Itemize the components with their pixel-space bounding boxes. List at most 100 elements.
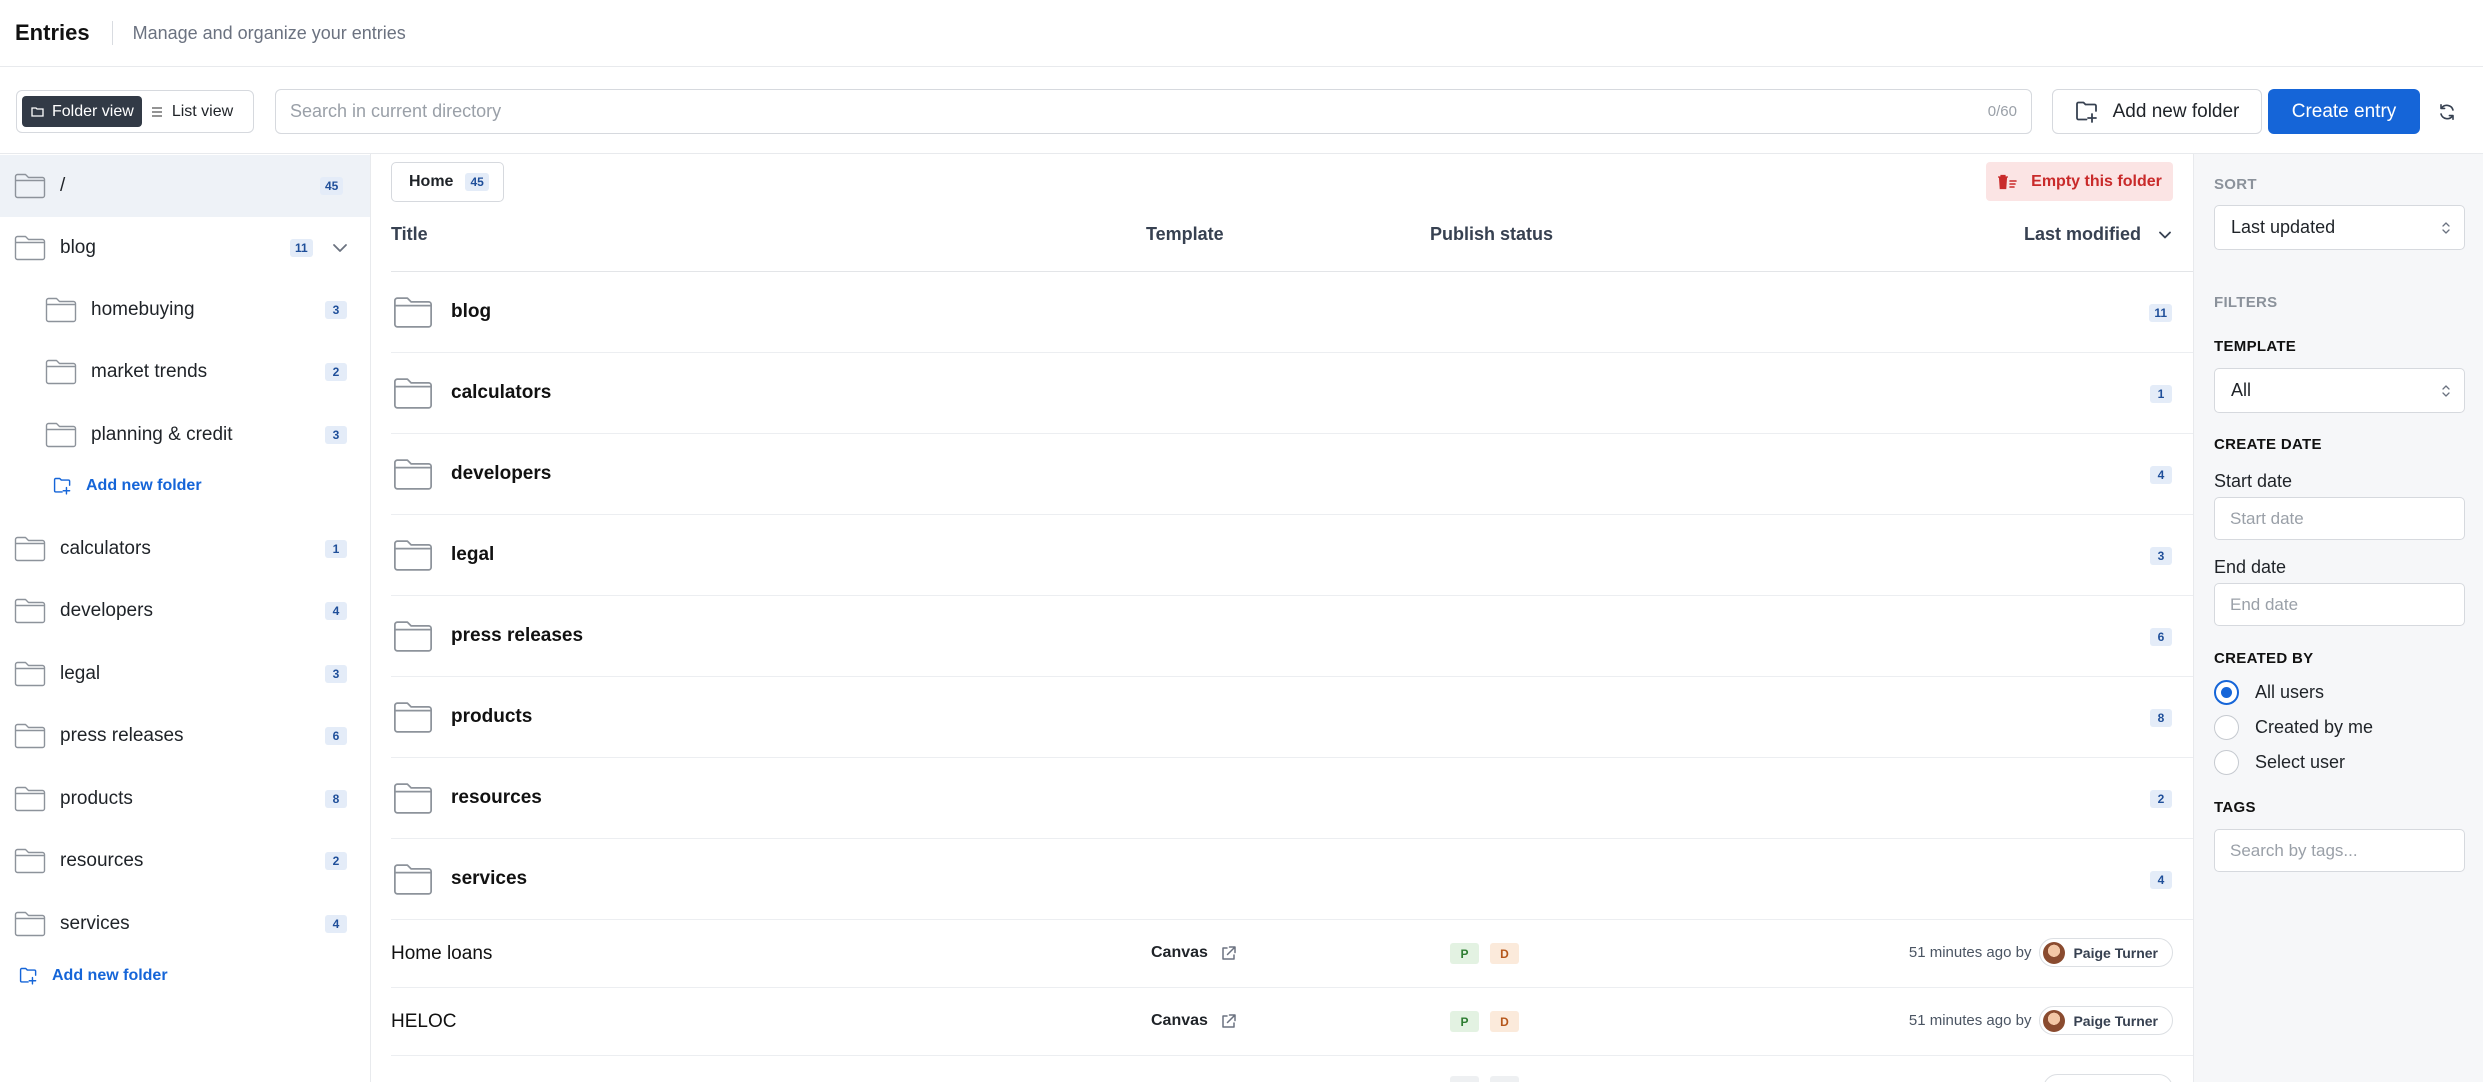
sort-value: Last updated (2231, 217, 2336, 237)
template-name: Canvas (1151, 1012, 1208, 1029)
folder-row-calculators[interactable]: calculators 1 (391, 353, 2193, 434)
tree-item-products[interactable]: products 8 (0, 768, 370, 830)
create-entry-button[interactable]: Create entry (2268, 89, 2420, 134)
header-divider (111, 21, 113, 45)
chevron-updown-icon (2442, 221, 2450, 234)
folder-row-name: calculators (451, 382, 552, 403)
empty-folder-button[interactable]: Empty this folder (1986, 162, 2173, 201)
folder-row-developers[interactable]: developers 4 (391, 434, 2193, 515)
folder-row-press-releases[interactable]: press releases 6 (391, 596, 2193, 677)
column-header-title[interactable]: Title (391, 224, 428, 245)
start-date-input[interactable] (2214, 497, 2465, 540)
folder-count-badge: 3 (325, 665, 347, 683)
last-modified-label: Last modified (2023, 224, 2141, 244)
entry-row[interactable]: Home loans Canvas P D 51 minutes ago by … (391, 920, 2193, 988)
publish-status: P D (1450, 943, 1519, 964)
search-char-counter: 0/60 (1987, 103, 2017, 120)
folder-count-badge: 1 (2150, 385, 2172, 403)
user-chip[interactable]: Paige Turner (2039, 1006, 2173, 1035)
tree-item-label: developers (60, 600, 153, 621)
folder-row-name: press releases (451, 625, 584, 646)
tree-item-resources[interactable]: resources 2 (0, 830, 370, 892)
chevron-down-icon[interactable] (331, 239, 349, 257)
tree-item-blog[interactable]: blog 11 (0, 217, 370, 279)
folder-row-products[interactable]: products 8 (391, 677, 2193, 758)
folder-view-button[interactable]: Folder view (22, 96, 142, 127)
template-select[interactable]: All (2214, 368, 2465, 413)
radio-button[interactable] (2214, 750, 2239, 775)
page-subtitle: Manage and organize your entries (132, 22, 406, 43)
entry-row[interactable]: HELOC Canvas P D 51 minutes ago by Paige… (391, 988, 2193, 1056)
publish-status: P D (1450, 1011, 1519, 1032)
entry-template-link[interactable]: Canvas (1151, 1012, 1237, 1030)
folder-icon (393, 377, 433, 410)
folder-row-blog[interactable]: blog 11 (391, 272, 2193, 353)
tree-item-press-releases[interactable]: press releases 6 (0, 705, 370, 767)
entry-row[interactable] (391, 1056, 2193, 1082)
tree-item-label: calculators (60, 538, 151, 559)
folder-icon (14, 536, 46, 562)
breadcrumb-label: Home (409, 173, 454, 190)
tree-item-legal[interactable]: legal 3 (0, 643, 370, 705)
last-modified-info: 51 minutes ago by Paige Turner (1909, 938, 2173, 967)
entry-template-link[interactable]: Canvas (1151, 944, 1237, 962)
folder-count-badge: 3 (325, 301, 347, 319)
modified-time: 51 minutes ago by (1908, 1012, 2032, 1029)
column-header-last-modified[interactable]: Last modified (2024, 224, 2173, 245)
tree-item-label: legal (60, 663, 101, 684)
view-toggle: Folder view List view (16, 90, 254, 133)
folder-count-badge: 11 (290, 239, 313, 257)
tree-item-label: market trends (91, 361, 208, 382)
search-input[interactable] (290, 101, 1890, 122)
toolbar: Folder view List view 0/60 Add new folde… (0, 67, 2483, 154)
refresh-button[interactable] (2434, 99, 2460, 125)
list-view-label: List view (171, 102, 234, 120)
folder-icon (393, 539, 433, 572)
folder-count-badge: 4 (2150, 871, 2172, 889)
tags-search-input[interactable] (2214, 829, 2465, 872)
tree-item-label: services (60, 913, 130, 934)
add-root-folder-link[interactable]: Add new folder (19, 967, 168, 985)
tree-item-label: homebuying (91, 299, 195, 320)
folder-row-services[interactable]: services 4 (391, 839, 2193, 920)
add-new-folder-button[interactable]: Add new folder (2052, 89, 2262, 134)
column-header-template[interactable]: Template (1146, 224, 1224, 245)
tree-item-planning-credit[interactable]: planning & credit 3 (0, 404, 370, 466)
folder-icon (14, 661, 46, 687)
tree-item-market-trends[interactable]: market trends 2 (0, 341, 370, 403)
user-chip[interactable]: Paige Turner (2039, 938, 2173, 967)
list-view-button[interactable]: List view (142, 96, 241, 127)
tree-item-root[interactable]: / 45 (0, 155, 370, 217)
tree-item-services[interactable]: services 4 (0, 893, 370, 955)
status-published-badge: P (1450, 1011, 1479, 1032)
folder-row-name: products (451, 706, 533, 727)
radio-created-by-me[interactable]: Created by me (2214, 715, 2373, 740)
folder-row-legal[interactable]: legal 3 (391, 515, 2193, 596)
column-header-publish-status[interactable]: Publish status (1430, 224, 1553, 245)
tags-heading: TAGS (2214, 799, 2256, 816)
end-date-input[interactable] (2214, 583, 2465, 626)
radio-button[interactable] (2214, 680, 2239, 705)
add-subfolder-label: Add new folder (86, 477, 202, 494)
folder-row-name: services (451, 868, 528, 889)
radio-all-users[interactable]: All users (2214, 680, 2324, 705)
tree-item-calculators[interactable]: calculators 1 (0, 518, 370, 580)
sort-select[interactable]: Last updated (2214, 205, 2465, 250)
status-draft-badge: D (1490, 943, 1519, 964)
last-modified-info: 51 minutes ago by Paige Turner (1909, 1006, 2173, 1035)
folder-icon (14, 848, 46, 874)
folder-row-resources[interactable]: resources 2 (391, 758, 2193, 839)
entry-title: Home loans (391, 943, 493, 964)
tree-item-homebuying[interactable]: homebuying 3 (0, 279, 370, 341)
radio-button[interactable] (2214, 715, 2239, 740)
tree-item-developers[interactable]: developers 4 (0, 580, 370, 642)
radio-select-user[interactable]: Select user (2214, 750, 2345, 775)
folder-count-badge: 4 (325, 602, 347, 620)
breadcrumb[interactable]: Home 45 (391, 162, 504, 202)
user-chip[interactable] (2043, 1074, 2173, 1082)
add-subfolder-link[interactable]: Add new folder (53, 477, 202, 495)
folder-count-badge: 3 (325, 426, 347, 444)
folder-icon (14, 235, 46, 261)
tree-item-label: / (60, 175, 66, 196)
folder-icon (393, 701, 433, 734)
